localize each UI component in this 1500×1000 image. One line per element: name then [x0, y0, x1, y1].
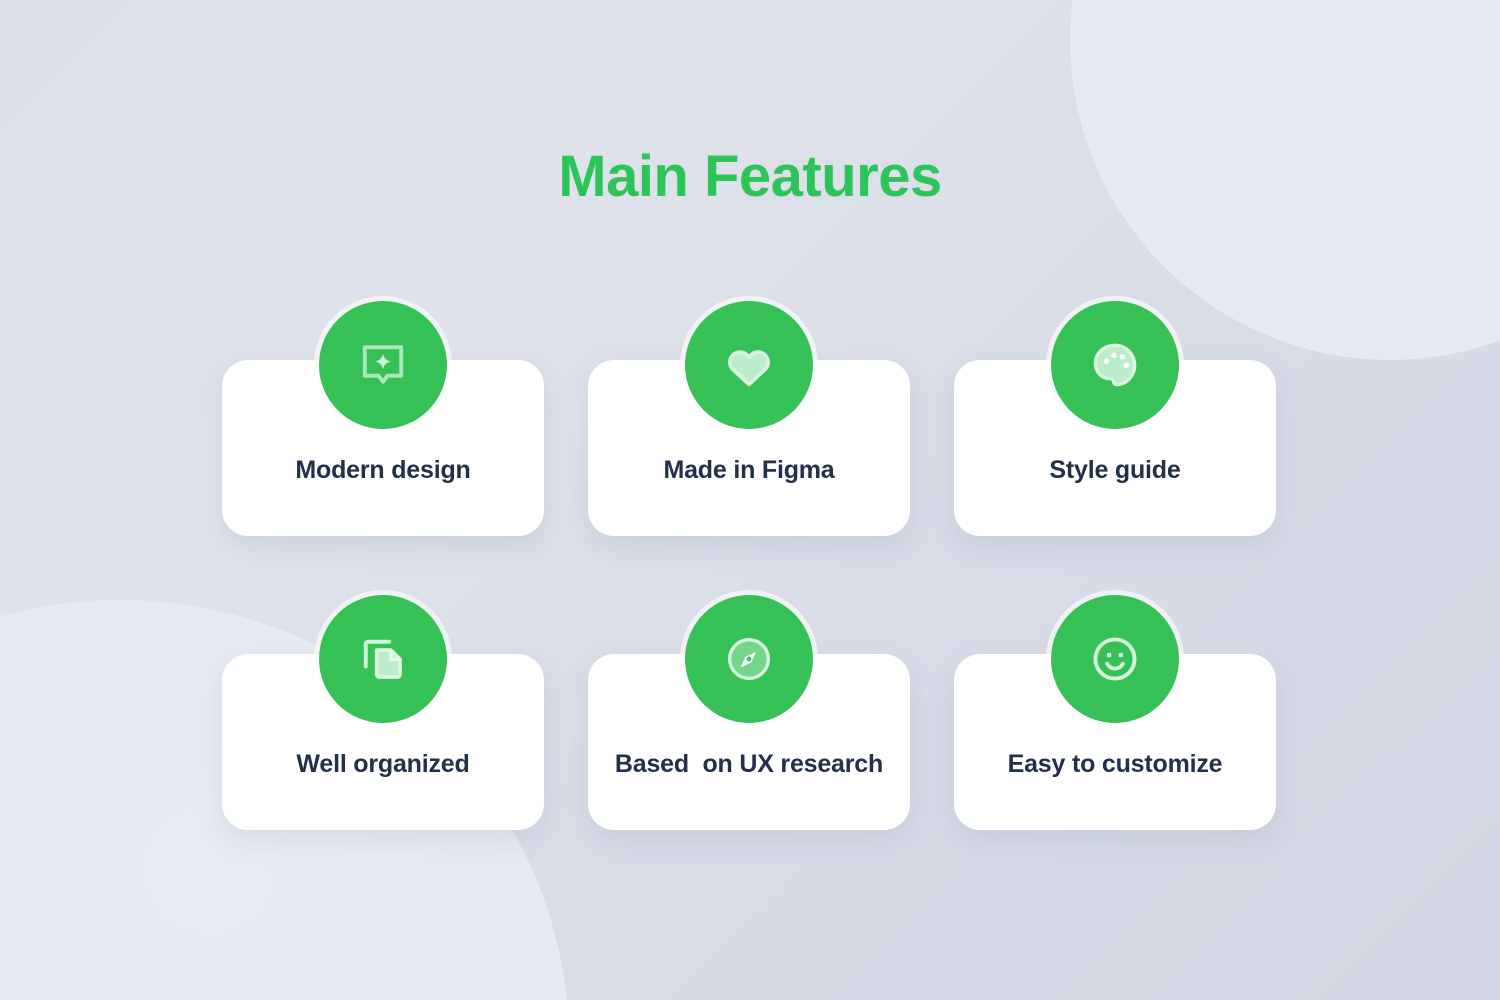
- feature-icon-halo: [680, 296, 818, 434]
- feature-card-label: Well organized: [296, 750, 470, 779]
- feature-icon-circle: [685, 595, 813, 723]
- feature-icon-halo: [680, 590, 818, 728]
- feature-icon-halo: [314, 296, 452, 434]
- sparkle-message-icon: [362, 345, 404, 384]
- feature-card-label: Style guide: [1049, 456, 1181, 485]
- feature-icon-halo: [314, 590, 452, 728]
- palette-icon: [1093, 343, 1137, 387]
- feature-icon-circle: [319, 595, 447, 723]
- smiley-face-icon: [1093, 637, 1137, 681]
- feature-card[interactable]: Made in Figma: [588, 296, 910, 536]
- heart-icon: [728, 350, 770, 387]
- feature-icon-halo: [1046, 590, 1184, 728]
- feature-card[interactable]: Modern design: [222, 296, 544, 536]
- features-section: Main Features Modern design Made in Figm…: [0, 0, 1500, 1000]
- feature-icon-circle: [685, 301, 813, 429]
- feature-card-label: Made in Figma: [663, 456, 835, 485]
- feature-card-grid: Modern design Made in Figma Style guide …: [222, 296, 1278, 830]
- feature-card[interactable]: Based on UX research: [588, 590, 910, 830]
- feature-icon-circle: [1051, 301, 1179, 429]
- feature-card[interactable]: Well organized: [222, 590, 544, 830]
- page-title: Main Features: [558, 144, 942, 209]
- copy-documents-icon: [363, 639, 402, 679]
- feature-icon-halo: [1046, 296, 1184, 434]
- feature-card-label: Easy to customize: [1007, 750, 1223, 779]
- feature-card[interactable]: Easy to customize: [954, 590, 1276, 830]
- feature-card[interactable]: Style guide: [954, 296, 1276, 536]
- compass-icon: [727, 637, 771, 681]
- feature-icon-circle: [319, 301, 447, 429]
- feature-icon-circle: [1051, 595, 1179, 723]
- feature-card-label: Modern design: [295, 456, 471, 485]
- feature-card-label: Based on UX research: [614, 750, 884, 779]
